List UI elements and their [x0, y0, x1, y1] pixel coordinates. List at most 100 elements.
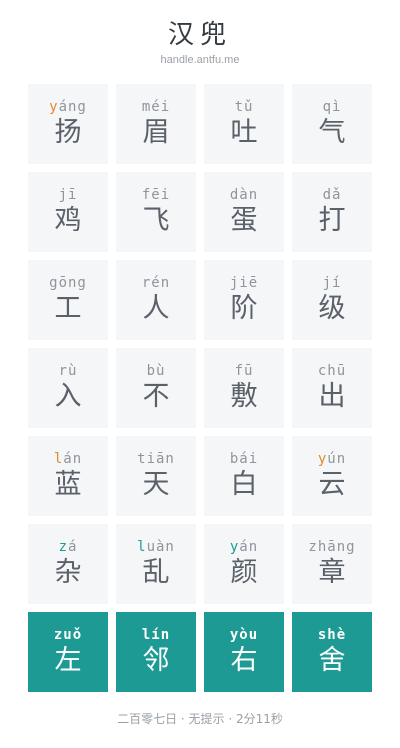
hanzi-character: 工	[54, 293, 82, 324]
pinyin-segment: z	[58, 539, 68, 555]
guess-tile: zuǒ 左	[28, 612, 108, 692]
pinyin-segment: zhāng	[308, 539, 356, 555]
hanzi-character: 人	[142, 293, 170, 324]
pinyin-segment: fēi	[141, 187, 171, 203]
pinyin-segment: bù	[146, 363, 166, 379]
hanzi-character: 舍	[318, 645, 346, 676]
pinyin-segment: yòu	[229, 627, 259, 643]
guess-tile: y áng 扬	[28, 84, 108, 164]
guess-tile: chū 出	[292, 348, 372, 428]
guess-tile: zá杂	[28, 524, 108, 604]
guess-tile: y ún 云	[292, 436, 372, 516]
pinyin-label: bái	[204, 447, 284, 467]
pinyin-segment: qì	[322, 99, 342, 115]
pinyin-label: jí	[292, 271, 372, 291]
pinyin-label: zhāng	[292, 535, 372, 555]
guess-tile: bù 不	[116, 348, 196, 428]
hanzi-character: 云	[318, 469, 346, 500]
pinyin-segment: án	[63, 451, 83, 467]
guess-tile: yòu 右	[204, 612, 284, 692]
pinyin-segment: á	[68, 539, 78, 555]
pinyin-label: y áng	[28, 95, 108, 115]
guess-tile: fēi 飞	[116, 172, 196, 252]
pinyin-label: jiē	[204, 271, 284, 291]
hanzi-character: 天	[142, 469, 170, 500]
guess-tile: qì 气	[292, 84, 372, 164]
guess-tile: dàn 蛋	[204, 172, 284, 252]
hanzi-character: 右	[230, 645, 258, 676]
hanzi-character: 出	[318, 381, 346, 412]
pinyin-label: rén	[116, 271, 196, 291]
pinyin-label: tiān	[116, 447, 196, 467]
pinyin-segment: gōng	[49, 275, 87, 291]
guess-tile: fū 敷	[204, 348, 284, 428]
pinyin-segment: y	[49, 99, 59, 115]
pinyin-segment: dǎ	[322, 187, 342, 203]
pinyin-label: fū	[204, 359, 284, 379]
pinyin-segment: méi	[141, 99, 171, 115]
pinyin-segment: fū	[234, 363, 254, 379]
pinyin-segment: y	[229, 539, 240, 555]
pinyin-segment: shè	[317, 627, 347, 643]
hanzi-character: 蓝	[54, 469, 82, 500]
guess-tile: tiān 天	[116, 436, 196, 516]
hanzi-character: 敷	[230, 381, 258, 412]
pinyin-segment: l	[137, 539, 147, 555]
guess-tile: y án 颜	[204, 524, 284, 604]
guess-grid: y áng 扬 méi 眉 tǔ 吐 qì 气 jī 鸡 fēi 飞 dàn 蛋 dǎ 打 gōng 工 rén 人 ji…	[28, 84, 372, 692]
guess-tile: jī 鸡	[28, 172, 108, 252]
hanzi-character: 打	[318, 205, 346, 236]
hanzi-character: 左	[54, 645, 82, 676]
guess-tile: jí 级	[292, 260, 372, 340]
hanzi-character: 飞	[142, 205, 170, 236]
pinyin-label: yòu	[204, 623, 284, 643]
pinyin-segment: ún	[327, 451, 347, 467]
guess-tile: tǔ 吐	[204, 84, 284, 164]
hanzi-character: 入	[54, 381, 82, 412]
pinyin-label: chū	[292, 359, 372, 379]
hanzi-character: 白	[230, 469, 258, 500]
pinyin-segment: dàn	[229, 187, 259, 203]
guess-tile: zhāng 章	[292, 524, 372, 604]
hanzi-character: 气	[318, 117, 346, 148]
pinyin-segment: tiān	[137, 451, 175, 467]
app-title: 汉兜	[167, 20, 232, 50]
guess-tile: lín 邻	[116, 612, 196, 692]
pinyin-segment: án	[239, 539, 259, 555]
pinyin-label: zá	[28, 535, 108, 555]
hanzi-character: 章	[318, 557, 346, 588]
hanzi-character: 蛋	[230, 205, 258, 236]
pinyin-segment: uàn	[146, 539, 175, 555]
hanzi-character: 扬	[54, 117, 82, 148]
guess-tile: shè 舍	[292, 612, 372, 692]
pinyin-segment: áng	[58, 99, 87, 115]
pinyin-label: bù	[116, 359, 196, 379]
guess-tile: dǎ 打	[292, 172, 372, 252]
pinyin-segment: rén	[141, 275, 171, 291]
pinyin-label: fēi	[116, 183, 196, 203]
guess-tile: méi 眉	[116, 84, 196, 164]
hanzi-character: 鸡	[54, 205, 82, 236]
hanzi-character: 不	[142, 381, 170, 412]
guess-tile: jiē 阶	[204, 260, 284, 340]
hanzi-character: 级	[318, 293, 346, 324]
pinyin-segment: jiē	[229, 275, 259, 291]
hanzi-character: 杂	[54, 557, 82, 588]
pinyin-label: méi	[116, 95, 196, 115]
hanzi-character: 邻	[142, 645, 170, 676]
pinyin-label: zuǒ	[28, 623, 108, 643]
hanzi-character: 吐	[230, 117, 258, 148]
pinyin-label: y ún	[292, 447, 372, 467]
guess-tile: l án 蓝	[28, 436, 108, 516]
guess-tile: gōng 工	[28, 260, 108, 340]
pinyin-label: gōng	[28, 271, 108, 291]
pinyin-label: l uàn	[116, 535, 196, 555]
pinyin-segment: jí	[322, 275, 342, 291]
pinyin-label: l án	[28, 447, 108, 467]
pinyin-segment: l	[53, 451, 64, 467]
pinyin-label: y án	[204, 535, 284, 555]
pinyin-segment: rù	[58, 363, 78, 379]
guess-tile: bái 白	[204, 436, 284, 516]
hanzi-character: 颜	[230, 557, 258, 588]
pinyin-label: shè	[292, 623, 372, 643]
